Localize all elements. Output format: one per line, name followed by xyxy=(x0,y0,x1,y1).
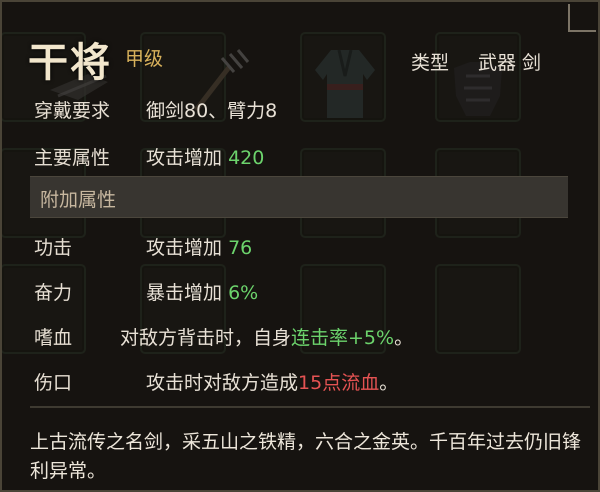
extra-attribute-highlight: 15点流血 xyxy=(298,372,380,394)
extra-attribute-text: 攻击时对敌方造成 xyxy=(146,372,299,394)
item-type-value: 武器 剑 xyxy=(478,52,542,74)
item-type-label: 类型 xyxy=(411,52,450,74)
main-attribute-amount: 420 xyxy=(228,147,265,169)
extra-attributes-header: 附加属性 xyxy=(30,176,568,218)
panel-corner-ornament xyxy=(568,4,596,32)
extra-attribute-text: 暴击增加 xyxy=(146,282,223,304)
extra-attribute-amount: 6% xyxy=(228,282,259,304)
requirement-value: 御剑80、臂力8 xyxy=(146,100,278,122)
extra-attribute-label: 嗜血 xyxy=(34,327,73,349)
extra-attribute-amount: 76 xyxy=(228,237,253,259)
extra-attribute-highlight: 连击率+5% xyxy=(291,327,395,349)
extra-attribute-label: 功击 xyxy=(34,237,73,259)
section-divider xyxy=(30,406,590,408)
main-attribute-text: 攻击增加 xyxy=(146,147,223,169)
main-attribute-label: 主要属性 xyxy=(34,147,111,169)
requirement-label: 穿戴要求 xyxy=(34,100,111,122)
extra-attribute-suffix: 。 xyxy=(394,327,414,349)
extra-attribute-value: 对敌方背击时，自身连击率+5%。 xyxy=(120,323,413,350)
item-description: 上古流传之名剑，采五山之铁精，六合之金英。千百年过去仍旧锋利异常。 xyxy=(30,431,582,482)
item-grade: 甲级 xyxy=(125,48,164,70)
extra-attribute-suffix: 。 xyxy=(379,372,399,394)
main-attribute-value: 攻击增加 420 xyxy=(146,143,264,170)
extra-attribute-value: 攻击时对敌方造成15点流血。 xyxy=(146,368,398,395)
item-name: 干将 xyxy=(28,40,112,86)
extra-attribute-text: 攻击增加 xyxy=(146,237,223,259)
extra-attribute-value: 攻击增加 76 xyxy=(146,233,252,260)
extra-attribute-label: 奋力 xyxy=(34,282,73,304)
extra-attribute-text: 对敌方背击时，自身 xyxy=(120,327,292,349)
extra-attribute-label: 伤口 xyxy=(34,372,73,394)
extra-attributes-title: 附加属性 xyxy=(40,189,117,211)
extra-attribute-value: 暴击增加 6% xyxy=(146,278,258,305)
